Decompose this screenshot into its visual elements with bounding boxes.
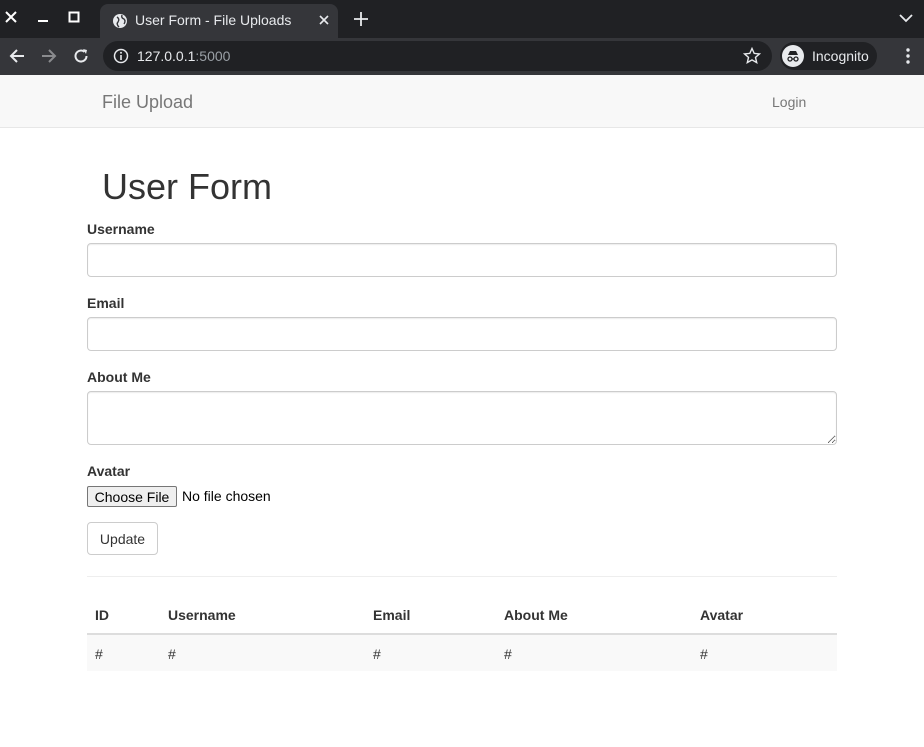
page-title: User Form [102,166,272,207]
browser-tab[interactable]: User Form - File Uploads [100,4,338,38]
back-arrow-icon[interactable] [5,44,29,68]
table-row [87,635,837,671]
info-icon[interactable] [113,48,129,64]
incognito-icon [782,45,804,67]
column-header-username: Username [168,607,236,623]
url-port: :5000 [195,48,231,64]
reload-icon[interactable] [69,44,93,68]
url-host: 127.0.0.1 [137,48,196,64]
email-input[interactable] [87,317,837,351]
forward-arrow-icon[interactable] [37,44,61,68]
update-button[interactable]: Update [87,522,158,555]
bookmark-star-icon[interactable] [742,46,762,65]
username-input[interactable] [87,243,837,277]
table-cell-email: # [373,646,381,662]
incognito-label: Incognito [812,48,869,64]
browser-tabbar: User Form - File Uploads [0,0,924,38]
close-tab-icon[interactable] [315,11,333,29]
new-tab-icon[interactable] [350,8,372,30]
browser-toolbar: 127.0.0.1:5000 Incognito [0,38,924,75]
table-cell-username: # [168,646,176,662]
column-header-id: ID [95,607,109,623]
about-me-textarea[interactable] [87,391,837,445]
username-label: Username [87,221,155,237]
site-navbar: File Upload Login [0,75,924,128]
chevron-down-icon[interactable] [896,8,916,28]
table-cell-about-me: # [504,646,512,662]
login-link[interactable]: Login [772,94,806,110]
address-bar[interactable]: 127.0.0.1:5000 [103,41,772,71]
file-status-text: No file chosen [182,488,271,504]
url-text: 127.0.0.1:5000 [137,48,230,64]
column-header-email: Email [373,607,411,623]
column-header-about-me: About Me [504,607,568,623]
incognito-indicator[interactable]: Incognito [780,42,877,70]
email-label: Email [87,295,125,311]
divider [87,576,837,577]
maximize-window-icon[interactable] [63,6,85,28]
globe-icon [112,13,128,29]
avatar-label: Avatar [87,463,131,479]
minimize-window-icon[interactable] [32,6,54,28]
tab-title: User Form - File Uploads [135,12,292,28]
choose-file-button[interactable]: Choose File [87,486,177,507]
column-header-avatar: Avatar [700,607,744,623]
browser-menu-icon[interactable] [898,46,918,66]
navbar-brand[interactable]: File Upload [102,92,193,113]
about-me-label: About Me [87,369,151,385]
table-cell-avatar: # [700,646,708,662]
table-cell-id: # [95,646,103,662]
close-window-icon[interactable] [0,6,22,28]
